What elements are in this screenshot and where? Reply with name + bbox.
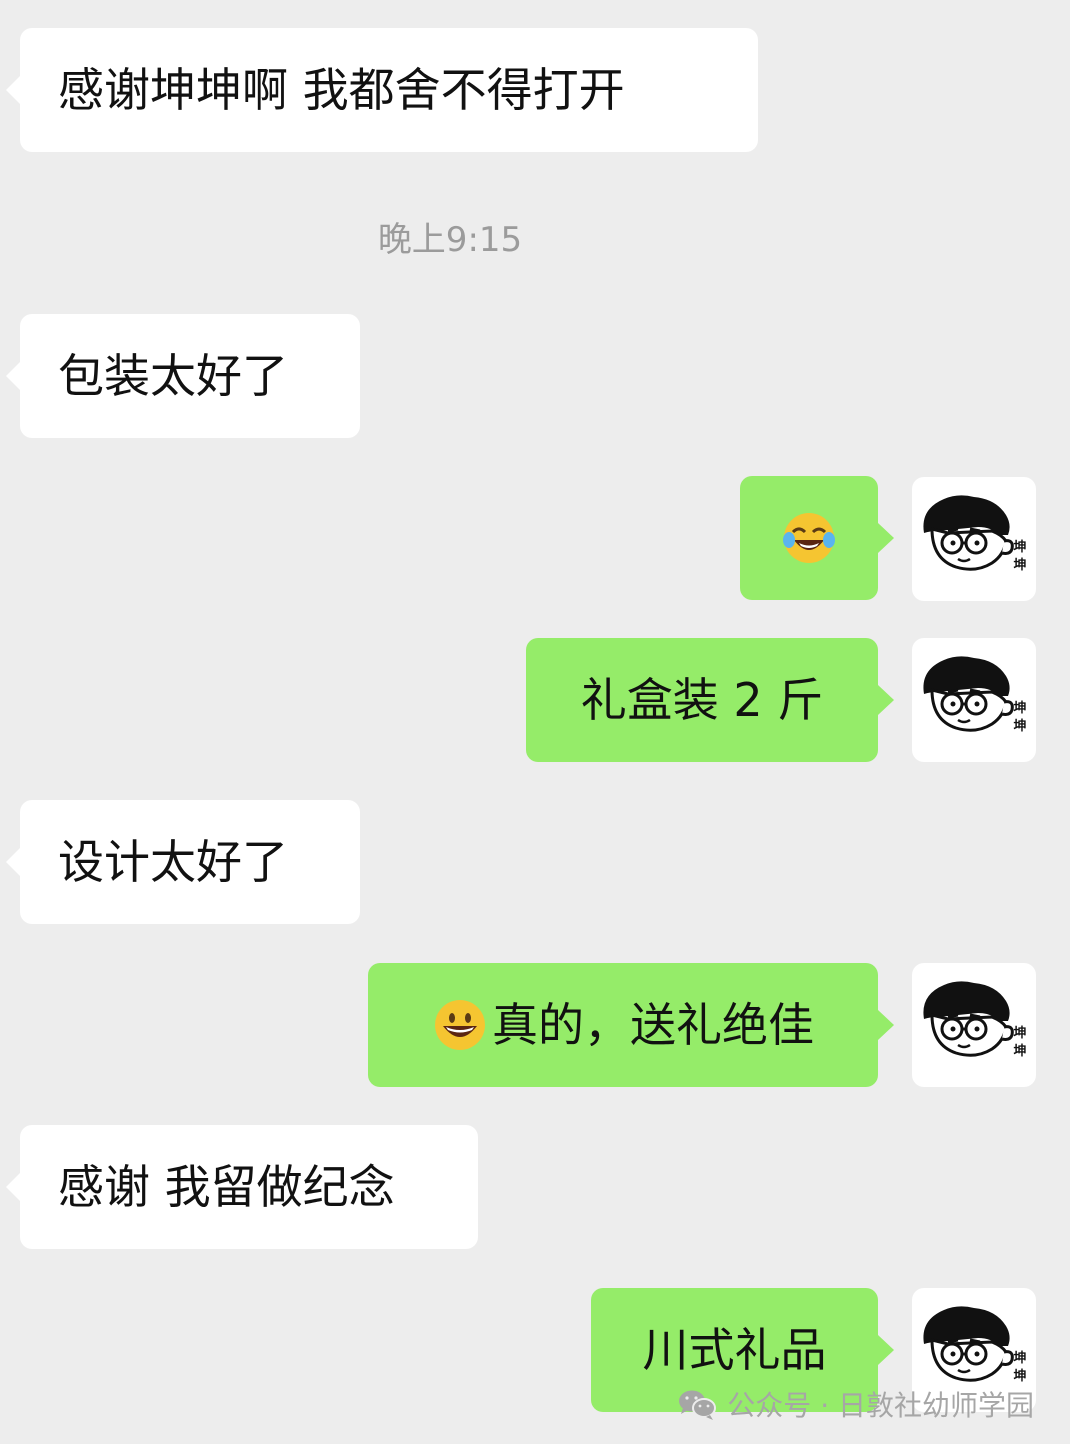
svg-text:坤: 坤 — [1013, 1025, 1026, 1041]
laughing-tears-emoji-icon — [781, 510, 837, 566]
watermark: 公众号 · 日敦社幼师学园 — [677, 1384, 1034, 1424]
user-avatar[interactable]: 坤 坤 — [912, 963, 1036, 1087]
cartoon-avatar-icon: 坤 坤 — [923, 981, 1027, 1059]
message-text: 感谢 我留做纪念 — [58, 1160, 395, 1214]
svg-text:坤: 坤 — [1013, 539, 1026, 555]
timestamp: 晚上9:15 — [377, 220, 523, 260]
user-avatar[interactable]: 坤 坤 — [912, 638, 1036, 762]
incoming-message-bubble[interactable]: 包装太好了 — [20, 314, 360, 438]
message-text: 感谢坤坤啊 我都舍不得打开 — [58, 63, 625, 117]
svg-text:坤: 坤 — [1013, 1043, 1026, 1059]
incoming-message-bubble[interactable]: 感谢 我留做纪念 — [20, 1125, 478, 1249]
message-text: 真的，送礼绝佳 — [492, 998, 814, 1052]
message-text: 川式礼品 — [642, 1323, 827, 1377]
incoming-message-bubble[interactable]: 设计太好了 — [20, 800, 360, 924]
message-text: 设计太好了 — [58, 835, 288, 889]
outgoing-message-bubble[interactable] — [740, 476, 878, 600]
wechat-icon — [677, 1387, 717, 1421]
grinning-emoji-icon — [432, 997, 488, 1053]
outgoing-message-bubble[interactable]: 真的，送礼绝佳 — [368, 963, 878, 1087]
svg-text:坤: 坤 — [1013, 1368, 1026, 1384]
user-avatar[interactable]: 坤 坤 — [912, 477, 1036, 601]
cartoon-avatar-icon: 坤 坤 — [923, 656, 1027, 734]
watermark-text: 公众号 · 日敦社幼师学园 — [727, 1389, 1034, 1422]
incoming-message-bubble[interactable]: 感谢坤坤啊 我都舍不得打开 — [20, 28, 758, 152]
svg-text:坤: 坤 — [1013, 1350, 1026, 1366]
message-text: 包装太好了 — [58, 349, 288, 403]
outgoing-message-bubble[interactable]: 礼盒装 2 斤 — [526, 638, 878, 762]
svg-text:坤: 坤 — [1013, 557, 1026, 573]
cartoon-avatar-icon: 坤 坤 — [923, 495, 1027, 573]
chat-window: 感谢坤坤啊 我都舍不得打开 晚上9:15 包装太好了 坤 坤 礼盒装 2 斤 坤… — [0, 0, 1070, 1444]
message-text: 礼盒装 2 斤 — [580, 673, 824, 727]
svg-text:坤: 坤 — [1013, 718, 1026, 734]
svg-text:坤: 坤 — [1013, 700, 1026, 716]
